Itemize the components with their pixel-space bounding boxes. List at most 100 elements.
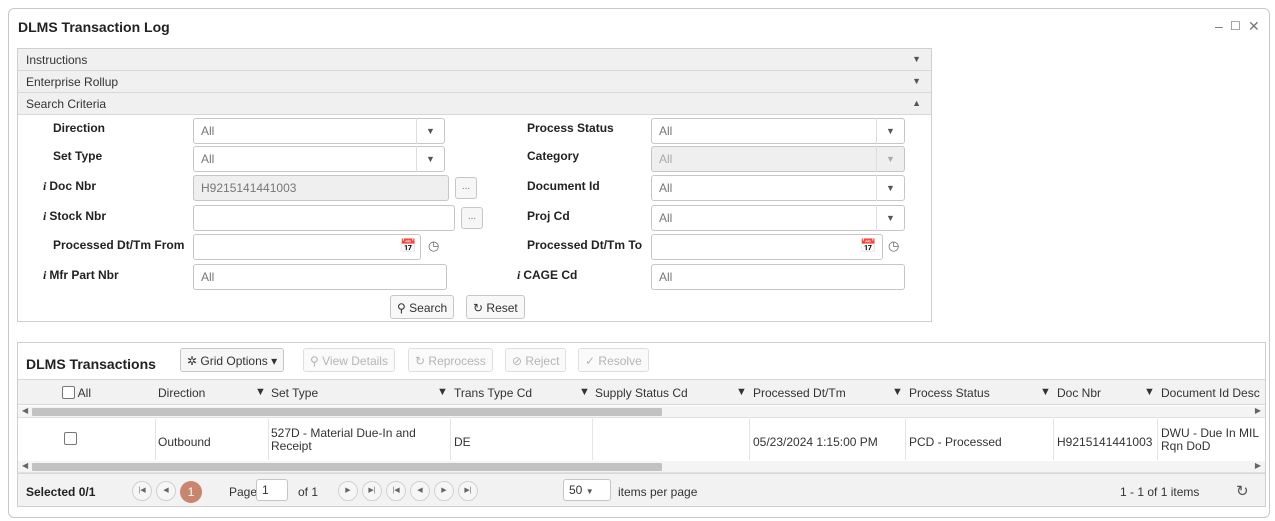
scroll-right-icon[interactable]: ▶ <box>1255 461 1261 470</box>
next-page-icon[interactable]: ▶ <box>338 481 358 501</box>
mfr-part-nbr-field[interactable]: All <box>193 264 447 290</box>
cell-doc-id-desc-line1: DWU - Due In MIL <box>1161 426 1260 440</box>
cage-cd-label: i CAGE Cd <box>517 268 578 282</box>
chevron-down-icon: ▼ <box>876 205 904 231</box>
last-page-icon[interactable]: ▶| <box>458 481 478 501</box>
column-supply-status-cd[interactable]: Supply Status Cd <box>595 386 688 400</box>
category-value: All <box>659 152 673 166</box>
calendar-icon[interactable]: 📅 <box>860 238 876 254</box>
cell-processed-dt-tm: 05/23/2024 1:15:00 PM <box>753 435 878 449</box>
column-set-type[interactable]: Set Type <box>271 386 318 400</box>
clock-icon[interactable]: ◷ <box>428 238 439 254</box>
column-document-id-desc[interactable]: Document Id Desc <box>1161 386 1260 400</box>
close-icon[interactable]: ✕ <box>1248 18 1260 35</box>
chevron-down-icon: ▼ <box>416 146 444 172</box>
search-panel: Instructions ▼ Enterprise Rollup ▼ Searc… <box>17 48 932 322</box>
stock-nbr-label: i Stock Nbr <box>43 209 107 223</box>
clock-icon[interactable]: ◷ <box>888 238 899 254</box>
proj-cd-label: Proj Cd <box>527 209 570 223</box>
scrollbar-thumb[interactable] <box>32 408 662 416</box>
grid-title: DLMS Transactions <box>26 356 156 372</box>
accordion-instructions[interactable]: Instructions ▼ <box>18 49 931 71</box>
first-page-icon[interactable]: |◀ <box>386 481 406 501</box>
select-all-checkbox[interactable] <box>62 386 75 399</box>
accordion-enterprise-rollup[interactable]: Enterprise Rollup ▼ <box>18 71 931 93</box>
last-page-icon[interactable]: ▶| <box>362 481 382 501</box>
cage-cd-field[interactable]: All <box>651 264 905 290</box>
reject-button[interactable]: ⊘ Reject <box>505 348 567 372</box>
resolve-button[interactable]: ✓ Resolve <box>578 348 649 372</box>
filter-icon[interactable]: ▼ <box>1144 386 1155 398</box>
process-status-select[interactable]: All ▼ <box>651 118 905 144</box>
refresh-icon[interactable]: ↻ <box>1236 482 1249 500</box>
first-page-icon[interactable]: |◀ <box>132 481 152 501</box>
info-icon[interactable]: i <box>517 268 520 282</box>
column-direction[interactable]: Direction <box>158 386 205 400</box>
horizontal-scrollbar-bottom[interactable]: ◀ ▶ <box>18 461 1265 473</box>
filter-icon[interactable]: ▼ <box>1040 386 1051 398</box>
search-button[interactable]: ⚲ Search <box>390 295 455 319</box>
filter-icon[interactable]: ▼ <box>736 386 747 398</box>
grid-options-button[interactable]: ✲ Grid Options ▾ <box>180 348 285 372</box>
current-page-number[interactable]: 1 <box>180 481 202 503</box>
direction-select[interactable]: All ▼ <box>193 118 445 144</box>
chevron-down-icon: ▼ <box>876 146 904 172</box>
cell-set-type-line1: 527D - Material Due-In and <box>271 426 416 440</box>
table-row[interactable]: Outbound 527D - Material Due-In and Rece… <box>18 419 1265 460</box>
direction-label: Direction <box>53 121 106 135</box>
process-status-value: All <box>659 124 673 138</box>
scroll-right-icon[interactable]: ▶ <box>1255 406 1261 415</box>
column-process-status[interactable]: Process Status <box>909 386 990 400</box>
proj-cd-value: All <box>659 211 673 225</box>
cell-trans-type-cd: DE <box>454 435 471 449</box>
category-select: All ▼ <box>651 146 905 172</box>
scroll-left-icon[interactable]: ◀ <box>22 406 28 415</box>
document-id-select[interactable]: All ▼ <box>651 175 905 201</box>
filter-icon[interactable]: ▼ <box>255 386 266 398</box>
doc-nbr-label: i Doc Nbr <box>43 179 97 193</box>
info-icon[interactable]: i <box>43 268 46 282</box>
accordion-enterprise-rollup-label: Enterprise Rollup <box>26 75 119 89</box>
horizontal-scrollbar-top[interactable]: ◀ ▶ <box>18 406 1265 418</box>
proj-cd-select[interactable]: All ▼ <box>651 205 905 231</box>
previous-page-icon[interactable]: ◀ <box>156 481 176 501</box>
cell-direction: Outbound <box>158 435 211 449</box>
scrollbar-thumb[interactable] <box>32 463 662 471</box>
column-processed-dt-tm[interactable]: Processed Dt/Tm <box>753 386 846 400</box>
stock-nbr-lookup-button[interactable]: ... <box>461 207 483 229</box>
row-checkbox[interactable] <box>64 432 77 446</box>
reject-icon: ⊘ <box>512 354 523 368</box>
doc-nbr-lookup-button[interactable]: ... <box>455 177 477 199</box>
column-trans-type-cd[interactable]: Trans Type Cd <box>454 386 532 400</box>
processed-to-field[interactable] <box>651 234 883 260</box>
reset-button[interactable]: ↻ Reset <box>466 295 525 319</box>
info-icon[interactable]: i <box>43 209 46 223</box>
set-type-select[interactable]: All ▼ <box>193 146 445 172</box>
column-doc-nbr[interactable]: Doc Nbr <box>1057 386 1101 400</box>
next-page-icon[interactable]: ▶ <box>434 481 454 501</box>
filter-icon[interactable]: ▼ <box>437 386 448 398</box>
check-icon: ✓ <box>585 354 596 368</box>
filter-icon[interactable]: ▼ <box>892 386 903 398</box>
info-icon[interactable]: i <box>43 179 46 193</box>
previous-page-icon[interactable]: ◀ <box>410 481 430 501</box>
selected-count: Selected 0/1 <box>26 485 96 499</box>
filter-icon[interactable]: ▼ <box>579 386 590 398</box>
accordion-instructions-label: Instructions <box>26 53 88 67</box>
processed-from-field[interactable] <box>193 234 421 260</box>
dlms-transactions-grid: DLMS Transactions ✲ Grid Options ▾ ⚲ Vie… <box>17 342 1266 507</box>
minimize-icon[interactable]: – <box>1215 18 1223 34</box>
accordion-search-criteria[interactable]: Search Criteria ▲ <box>18 93 931 115</box>
set-type-label: Set Type <box>53 149 103 163</box>
select-all-header[interactable]: All <box>62 386 91 400</box>
stock-nbr-field[interactable] <box>193 205 455 231</box>
search-icon: ⚲ <box>310 354 319 368</box>
page-size-select[interactable]: 50 ▼ <box>563 479 611 501</box>
calendar-icon[interactable]: 📅 <box>400 238 416 254</box>
page-number-input[interactable]: 1 <box>256 479 288 501</box>
page-size-value: 50 <box>569 483 583 497</box>
scroll-left-icon[interactable]: ◀ <box>22 461 28 470</box>
view-details-button[interactable]: ⚲ View Details <box>303 348 395 372</box>
maximize-icon[interactable]: ☐ <box>1230 19 1241 33</box>
reprocess-button[interactable]: ↻ Reprocess <box>408 348 493 372</box>
